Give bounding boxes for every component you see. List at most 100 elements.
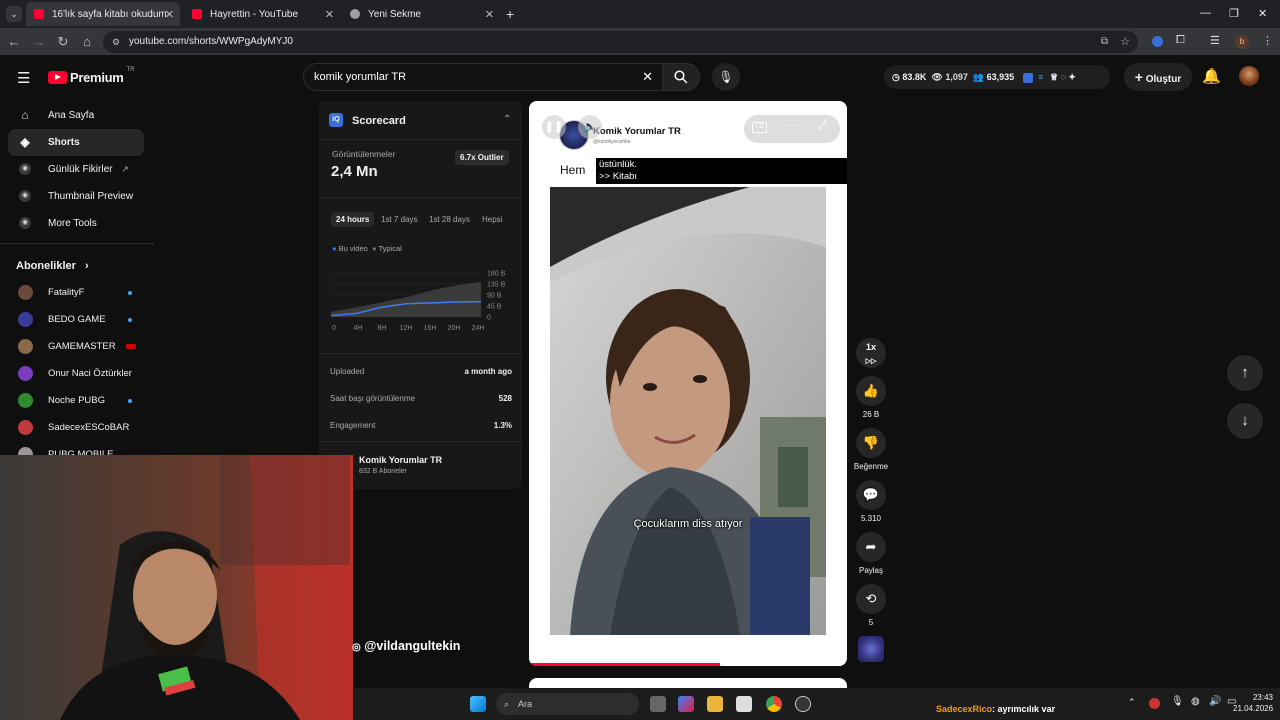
restore-icon[interactable]: ❐ [1229, 7, 1239, 20]
uploaded-value: a month ago [464, 367, 512, 376]
remix-icon: ⟲ [856, 584, 886, 614]
clear-search-icon[interactable]: ✕ [642, 64, 653, 90]
outlier-badge: 6.7x Outlier [455, 150, 509, 165]
site-info-icon[interactable]: ⚙ [112, 31, 120, 53]
reading-list-icon[interactable]: ☰ [1210, 34, 1220, 47]
collapse-chevron-icon[interactable]: ⌃ [503, 114, 511, 125]
vidiq-extension-icon[interactable] [1152, 36, 1163, 47]
create-button[interactable]: + Oluştur [1124, 63, 1192, 91]
range-tab-all[interactable]: Hepsi [477, 212, 507, 227]
next-video-button[interactable]: ↓ [1227, 403, 1263, 439]
y-tick-label: 45 B [487, 304, 502, 311]
forward-icon[interactable]: → [31, 34, 47, 49]
pause-button[interactable]: ❚❚ [542, 115, 566, 139]
range-tab-24h[interactable]: 24 hours [331, 212, 375, 227]
stream-watermark: ◎ @vildangultekin [352, 639, 461, 653]
search-input[interactable]: komik yorumlar TR ✕ [303, 63, 663, 91]
range-tab-28d[interactable]: 1st 28 days [424, 212, 475, 227]
playback-speed-button[interactable]: 1x ▷▷ [855, 338, 887, 368]
thumbs-up-icon: 👍 [856, 376, 886, 406]
chrome-icon[interactable] [766, 696, 782, 712]
subscriptions-heading[interactable]: Abonelikler › [16, 260, 89, 272]
voice-search-button[interactable]: 🎙 [712, 63, 740, 91]
taskbar-search[interactable]: ⌕ Ara [496, 693, 639, 715]
obs-icon[interactable] [795, 696, 811, 712]
chat-message: : ayrımcılık var [992, 704, 1056, 714]
close-window-icon[interactable]: ✕ [1258, 7, 1267, 20]
tab-list-button[interactable]: ⌄ [6, 6, 22, 22]
scorecard-divider [319, 441, 522, 442]
extensions-icon[interactable]: ⧠ [1176, 34, 1185, 47]
comments-button[interactable]: 💬 5.310 [855, 480, 887, 523]
overlay-text-hem: Hem [560, 163, 586, 177]
subscription-item[interactable]: BEDO GAME [8, 306, 144, 333]
captions-icon[interactable]: CC [752, 122, 767, 133]
subscription-item[interactable]: Noche PUBG [8, 387, 144, 414]
time: 23:43 [1252, 693, 1273, 702]
plus-icon: + [1134, 69, 1143, 85]
sidebar-item-home[interactable]: ⌂ Ana Sayfa [8, 102, 144, 129]
video-channel-name[interactable]: Komik Yorumlar TR [593, 126, 681, 137]
network-icon[interactable]: ◍ [1191, 696, 1200, 707]
vidiq-stats-bar[interactable]: ◷ 83.8K 👁 1,097 👥 63,935 ≡ ♕ ◌ ✦ [884, 65, 1110, 89]
views-value: 2,4 Mn [331, 163, 378, 180]
shorts-video-player[interactable]: Komik Yorumlar TR @komikyorumlar ❚❚ 🔈 CC… [529, 101, 847, 666]
search-button[interactable] [662, 63, 700, 91]
close-tab-icon[interactable]: ✕ [485, 8, 494, 21]
account-avatar[interactable] [1239, 66, 1259, 86]
bookmark-star-icon[interactable]: ☆ [1120, 31, 1130, 53]
hamburger-menu-icon[interactable]: ☰ [17, 69, 30, 87]
browser-tab[interactable]: Hayrettin - YouTube ✕ [184, 2, 340, 26]
url-field[interactable]: ⚙ youtube.com/shorts/WWPgAdyMYJ0 ⧉ ☆ [103, 31, 1138, 53]
video-progress-track[interactable] [529, 663, 847, 666]
sidebar-item-label: Ana Sayfa [48, 110, 95, 121]
home-icon[interactable]: ⌂ [79, 34, 95, 49]
channel-thumbnail-icon[interactable] [858, 636, 884, 662]
task-view-icon[interactable] [650, 696, 666, 712]
copilot-icon[interactable] [678, 696, 694, 712]
share-button[interactable]: ➦ Paylaş [855, 532, 887, 575]
previous-video-button[interactable]: ↑ [1227, 355, 1263, 391]
sidebar-item-shorts[interactable]: ◈ Shorts [8, 129, 144, 156]
tray-app-icon[interactable] [1149, 698, 1160, 709]
subscription-item[interactable]: GAMEMASTER [8, 333, 144, 360]
tray-chevron-icon[interactable]: ⌃ [1128, 697, 1136, 708]
store-icon[interactable] [736, 696, 752, 712]
range-tab-7d[interactable]: 1st 7 days [376, 212, 422, 227]
fullscreen-icon[interactable]: ⤢ [817, 118, 827, 133]
close-tab-icon[interactable]: ✕ [165, 8, 174, 21]
subscription-item[interactable]: Onur Naci Öztürkler [8, 360, 144, 387]
like-button[interactable]: 👍 26 B [855, 376, 887, 419]
mic-tray-icon[interactable]: 🎙 [1171, 696, 1184, 707]
new-tab-icon[interactable]: + [506, 6, 514, 22]
mic-icon: 🎙 [718, 70, 734, 84]
install-icon[interactable]: ⧉ [1101, 31, 1108, 53]
dislike-button[interactable]: 👎 Beğenme [850, 428, 892, 471]
back-icon[interactable]: ← [6, 34, 22, 49]
menu-kebab-icon[interactable]: ⋮ [1262, 34, 1273, 47]
reload-icon[interactable]: ↻ [55, 34, 71, 50]
minimize-icon[interactable]: — [1200, 7, 1211, 19]
sidebar-item-more-tools[interactable]: ◉ More Tools [8, 210, 144, 237]
remix-button[interactable]: ⟲ 5 [855, 584, 887, 627]
sidebar-item-thumbnail-preview[interactable]: ◉ Thumbnail Preview [8, 183, 144, 210]
profile-avatar[interactable]: b [1235, 35, 1249, 49]
windows-start-icon[interactable] [470, 696, 486, 712]
close-tab-icon[interactable]: ✕ [325, 8, 334, 21]
chevron-right-icon: › [84, 260, 89, 272]
vidiq-icon: ◉ [19, 217, 31, 229]
more-options-icon[interactable]: ⋯ [786, 118, 798, 132]
sidebar-item-daily-ideas[interactable]: ◉ Günlük Fikirler ↗ [8, 156, 144, 183]
clock[interactable]: 23:43 21.04.2026 [1233, 692, 1273, 714]
volume-button[interactable]: 🔈 [578, 115, 602, 139]
youtube-logo[interactable]: Premium TR [48, 67, 135, 85]
notifications-bell-icon[interactable]: 🔔 [1202, 67, 1221, 85]
channel-name[interactable]: Komik Yorumlar TR [359, 455, 442, 465]
volume-icon[interactable]: 🔊 [1209, 696, 1221, 707]
browser-tab-active[interactable]: 16'lık sayfa kitabı okudum 📗 ✕ [26, 2, 180, 26]
file-explorer-icon[interactable] [707, 696, 723, 712]
subscription-item[interactable]: FatalityF [8, 279, 144, 306]
browser-tab[interactable]: Yeni Sekme ✕ [342, 2, 500, 26]
video-frame[interactable]: Çocuklarım diss atıyor [550, 187, 826, 635]
subscription-item[interactable]: SadecexESCoBAR [8, 414, 144, 441]
